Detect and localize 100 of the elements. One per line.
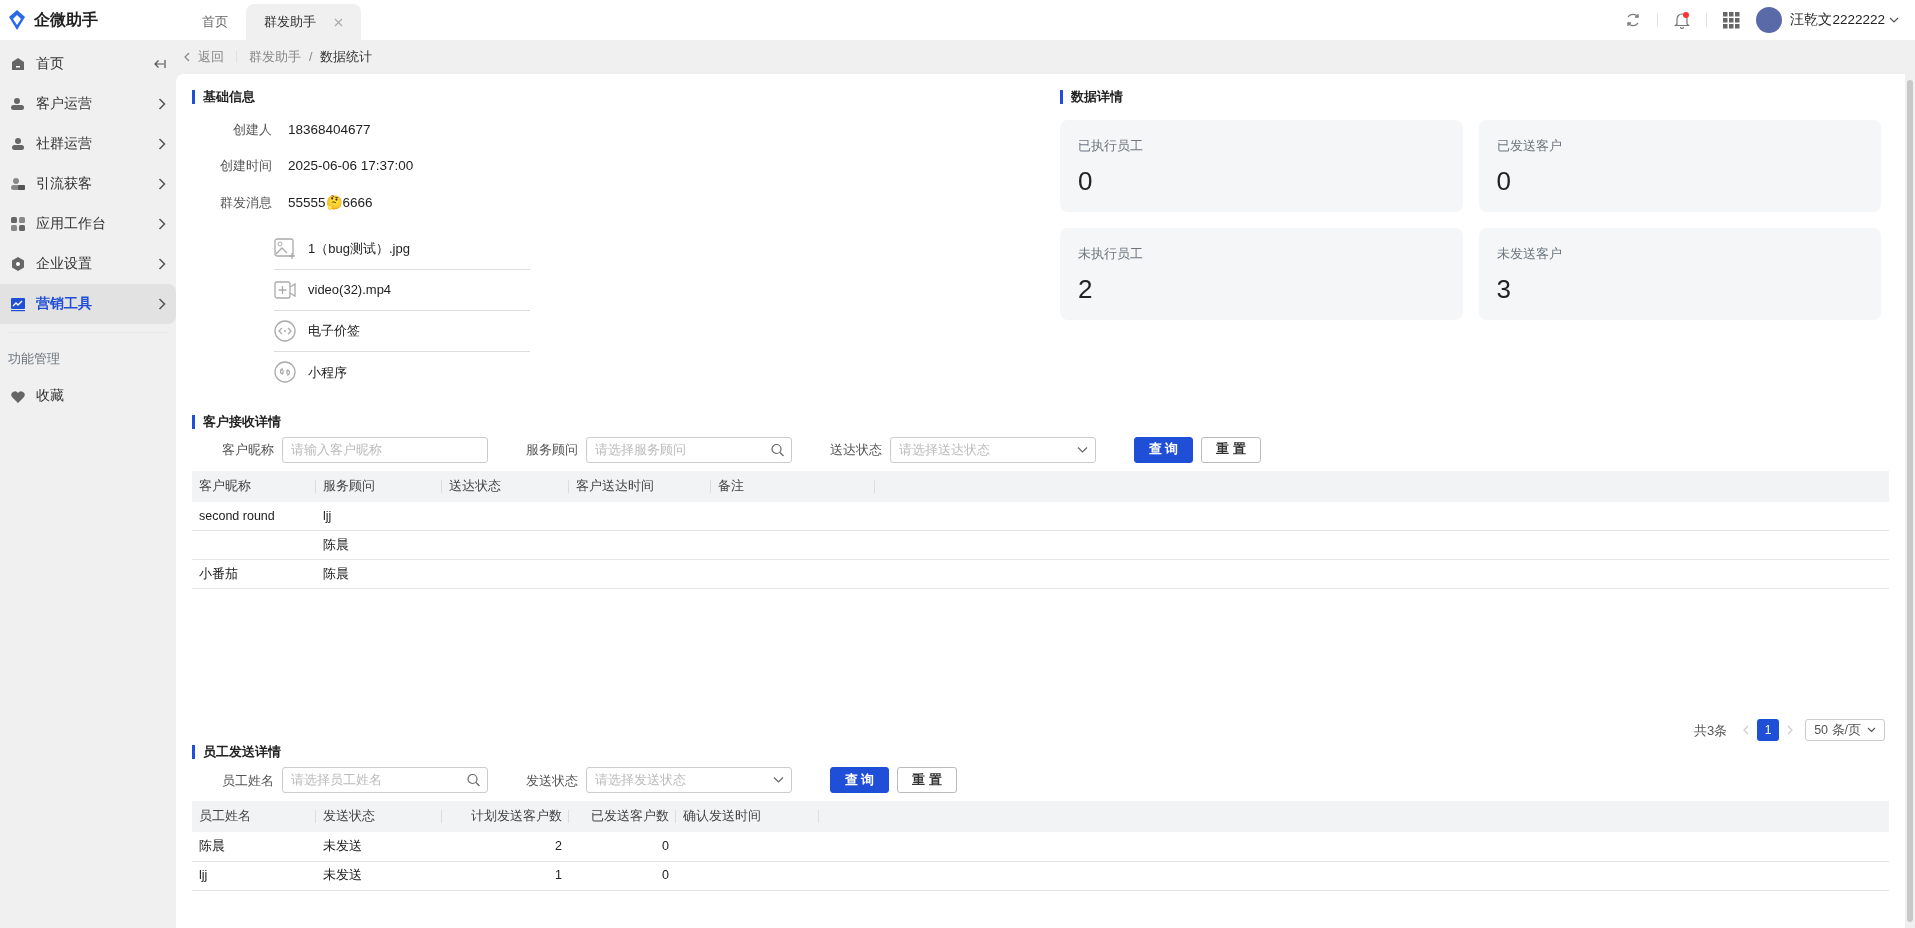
stat-value: 0: [1496, 164, 1512, 198]
page-size-select[interactable]: 50 条/页: [1805, 719, 1885, 742]
user-name[interactable]: 汪乾文2222222: [1790, 9, 1885, 31]
breadcrumb-item: 数据统计: [320, 48, 373, 66]
stat-label: 已执行员工: [1078, 137, 1144, 155]
stat-value: 0: [1078, 164, 1094, 198]
user-chart-icon: [10, 176, 26, 192]
chevron-left-icon: [184, 52, 190, 62]
search-button[interactable]: 查 询: [1134, 436, 1194, 463]
tab[interactable]: 首页: [184, 4, 246, 40]
pagination-total: 共3条: [1693, 721, 1728, 740]
search-icon[interactable]: [467, 773, 480, 787]
avatar-placeholder[interactable]: [1756, 7, 1783, 33]
table-cell: ljj: [199, 868, 208, 883]
search-icon[interactable]: [771, 443, 784, 457]
field-value: 18368404677: [288, 121, 371, 139]
logo-icon: [8, 10, 26, 30]
refresh-icon[interactable]: [1625, 12, 1642, 28]
section-heading: 基础信息: [192, 90, 1060, 104]
collapse-icon[interactable]: [154, 59, 166, 69]
caret-icon[interactable]: [773, 776, 784, 784]
video-icon: [274, 278, 296, 301]
sidebar-item[interactable]: 引流获客: [0, 164, 176, 204]
app-name: 企微助手: [34, 10, 98, 30]
column-header: 客户昵称: [192, 470, 316, 502]
filter-label: 送达状态: [830, 441, 882, 459]
column-header: 确认发送时间: [676, 801, 819, 833]
table-cell: ljj: [323, 508, 332, 523]
caret-icon: [1867, 727, 1876, 734]
field-value: 55555🤔6666: [288, 193, 373, 212]
stat-value: 3: [1496, 272, 1512, 306]
caret-icon[interactable]: [1889, 17, 1899, 23]
apps-grid-icon: [10, 216, 26, 232]
table-cell: 0: [662, 868, 669, 883]
field-label: 创建人: [232, 121, 272, 139]
input-field[interactable]: 请输入客户昵称: [282, 436, 488, 463]
filter-label: 员工姓名: [221, 771, 274, 790]
sidebar-item[interactable]: 首页: [0, 44, 176, 84]
field-value: 2025-06-06 17:37:00: [288, 157, 414, 176]
select-field[interactable]: 请选择送达状态: [890, 436, 1096, 463]
hexagon-icon: [10, 256, 26, 272]
sidebar-item[interactable]: 收藏: [0, 376, 176, 417]
filter-label: 发送状态: [526, 771, 578, 790]
attachment-name: 电子价签: [308, 322, 360, 340]
column-header: 客户送达时间: [569, 470, 711, 502]
chain-icon: [274, 361, 296, 384]
search-field[interactable]: 请选择员工姓名: [282, 767, 488, 794]
caret-icon[interactable]: [1077, 446, 1088, 454]
table-cell: 陈晨: [323, 537, 349, 552]
table-cell: 未发送: [323, 868, 362, 883]
section-heading: 客户接收详情: [192, 414, 1889, 429]
stat-label: 未执行员工: [1078, 245, 1144, 263]
image-icon: [274, 237, 296, 260]
reset-button[interactable]: 重 置: [1201, 436, 1261, 463]
link-icon: [274, 319, 296, 342]
home-icon: [10, 56, 26, 72]
table-cell: 陈晨: [323, 566, 349, 581]
chart-icon: [10, 296, 26, 312]
field-label: 创建时间: [219, 157, 272, 176]
table-cell: 未发送: [323, 839, 362, 854]
apps-grid-icon[interactable]: [1723, 11, 1741, 29]
bell-icon[interactable]: [1674, 11, 1691, 29]
section-heading: 员工发送详情: [192, 745, 1889, 760]
column-header: 计划发送客户数: [442, 801, 569, 833]
users-icon: [10, 96, 26, 112]
section-title: 功能管理: [7, 350, 61, 368]
search-button[interactable]: 查 询: [830, 767, 890, 794]
table-cell: 陈晨: [199, 839, 225, 854]
sidebar-item[interactable]: 应用工作台: [0, 204, 176, 244]
section-heading: 数据详情: [1060, 90, 1881, 104]
attachment-name: video(32).mp4: [308, 281, 392, 299]
search-field[interactable]: 请选择服务顾问: [586, 436, 792, 463]
user-group-icon: [10, 136, 26, 152]
column-header: 服务顾问: [316, 470, 442, 502]
column-header: 备注: [711, 470, 875, 502]
filter-label: 服务顾问: [526, 441, 578, 459]
stat-label: 未发送客户: [1496, 245, 1563, 263]
filter-label: 客户昵称: [221, 441, 274, 459]
tab[interactable]: 群发助手: [246, 4, 361, 40]
stat-value: 2: [1078, 272, 1094, 306]
select-field[interactable]: 请选择发送状态: [586, 767, 792, 794]
table-cell: 2: [555, 839, 562, 854]
sidebar-item[interactable]: 社群运营: [0, 124, 176, 164]
table-cell: 1: [555, 868, 562, 883]
attachment-name: 1（bug测试）.jpg: [308, 240, 410, 258]
attachment-name: 小程序: [308, 363, 347, 382]
reset-button[interactable]: 重 置: [897, 767, 957, 794]
stat-label: 已发送客户: [1496, 137, 1563, 155]
heart-icon: [10, 388, 26, 405]
breadcrumb-separator: /: [309, 48, 313, 66]
sidebar-item[interactable]: 客户运营: [0, 84, 176, 124]
table-cell: 小番茄: [199, 566, 238, 581]
sidebar-item[interactable]: 营销工具: [0, 284, 176, 324]
page-button[interactable]: 1: [1757, 719, 1780, 742]
column-header: 已发送客户数: [569, 801, 676, 833]
column-header: 送达状态: [442, 470, 569, 502]
field-label: 群发消息: [219, 193, 272, 212]
column-header: 发送状态: [316, 801, 442, 833]
sidebar-item[interactable]: 企业设置: [0, 244, 176, 284]
table-cell: second round: [199, 508, 275, 523]
